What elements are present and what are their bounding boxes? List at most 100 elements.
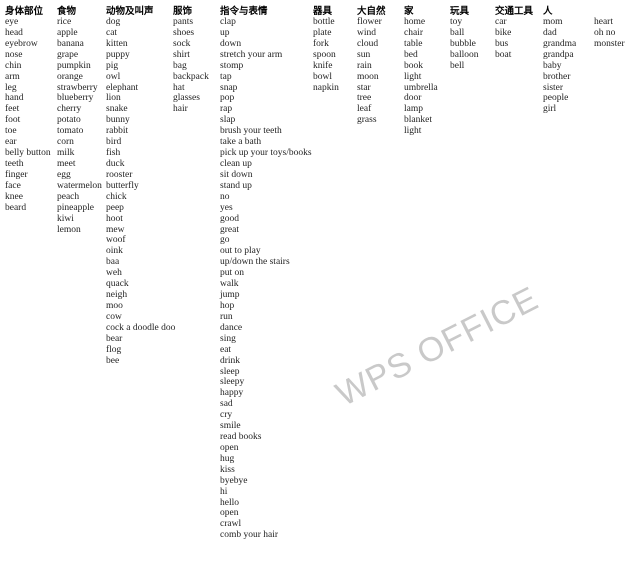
- word-item: duck: [106, 158, 125, 169]
- word-item: bubble: [450, 38, 476, 49]
- word-item: glasses: [173, 93, 200, 104]
- word-item: finger: [5, 169, 28, 180]
- word-item: stomp: [220, 60, 244, 71]
- word-item: snake: [106, 104, 128, 115]
- word-item: oink: [106, 246, 123, 257]
- word-item: read books: [220, 432, 262, 443]
- word-item: bird: [106, 137, 122, 148]
- column-heading-vehicles: 交通工具: [495, 6, 534, 17]
- vocabulary-column-vehicles: 交通工具 car bike bus boat: [495, 6, 533, 61]
- word-item: bike: [495, 27, 512, 38]
- word-item: up/down the stairs: [220, 257, 290, 268]
- word-item: sun: [357, 49, 371, 60]
- word-list-commands-and-expressions: clap up down stretch your arm stomp tap snap po…: [220, 17, 312, 541]
- word-item: sad: [220, 399, 233, 410]
- word-item: butterfly: [106, 180, 139, 191]
- vocabulary-column-commands-and-expressions: 指令与表情 clap up down stretch your arm stomp tap s…: [220, 6, 312, 541]
- word-item: toe: [5, 126, 17, 137]
- column-heading-food: 食物: [57, 6, 77, 17]
- word-item: moon: [357, 71, 379, 82]
- word-item: baby: [543, 60, 562, 71]
- word-item: lion: [106, 93, 121, 104]
- word-item: crawl: [220, 519, 242, 530]
- document-page: WPS OFFICE 身体部位 eye head eyebrow nose chin arm…: [0, 0, 640, 579]
- word-item: flog: [106, 344, 122, 355]
- word-item: oh no: [594, 27, 616, 38]
- word-item: grandma: [543, 38, 577, 49]
- word-item: stretch your arm: [220, 49, 283, 60]
- word-list-vehicles: car bike bus boat: [495, 17, 533, 61]
- word-item: bowl: [313, 71, 332, 82]
- word-item: baa: [106, 257, 120, 268]
- word-item: happy: [220, 388, 244, 399]
- word-item: clap: [220, 17, 236, 27]
- word-item: pineapple: [57, 202, 94, 213]
- vocabulary-column-animals-and-sounds: 动物及叫声 dog cat kitten puppy pig owl elephant lion…: [106, 6, 175, 367]
- word-item: corn: [57, 137, 74, 148]
- word-list-utensils: bottle plate fork spoon knife bowl napkin: [313, 17, 339, 93]
- word-item: hi: [220, 486, 228, 497]
- word-item: hand: [5, 93, 24, 104]
- word-item: ball: [450, 27, 465, 38]
- word-item: wind: [357, 27, 376, 38]
- word-item: puppy: [106, 49, 130, 60]
- word-item: fish: [106, 148, 121, 159]
- word-item: toy: [450, 17, 463, 27]
- word-item: snap: [220, 82, 238, 93]
- word-item: grape: [57, 49, 79, 60]
- word-item: woof: [106, 235, 126, 246]
- word-item: leg: [5, 82, 17, 93]
- word-item: sock: [173, 38, 191, 49]
- word-item: down: [220, 38, 242, 49]
- word-item: cry: [220, 410, 233, 421]
- word-item: spoon: [313, 49, 336, 60]
- column-heading-home: 家: [404, 6, 414, 17]
- word-item: blueberry: [57, 93, 94, 104]
- word-item: egg: [57, 169, 71, 180]
- word-item: open: [220, 508, 239, 519]
- word-item: comb your hair: [220, 530, 279, 541]
- word-item: meet: [57, 158, 76, 169]
- word-item: ear: [5, 137, 17, 148]
- word-item: up: [220, 27, 230, 38]
- word-item: foot: [5, 115, 21, 126]
- word-item: great: [220, 224, 239, 235]
- word-item: cloud: [357, 38, 379, 49]
- word-item: face: [5, 180, 21, 191]
- word-item: tomato: [57, 126, 84, 137]
- word-item: potato: [57, 115, 81, 126]
- word-item: eat: [220, 344, 232, 355]
- word-item: peach: [57, 191, 80, 202]
- column-heading-toys: 玩具: [450, 6, 470, 17]
- word-item: light: [404, 126, 422, 137]
- word-item: walk: [220, 279, 239, 290]
- word-item: kiwi: [57, 213, 74, 224]
- vocabulary-column-clothing: 服饰 pants shoes sock shirt bag backpack hat glass…: [173, 6, 209, 115]
- word-item: sing: [220, 333, 236, 344]
- word-item: flower: [357, 17, 382, 27]
- word-item: bunny: [106, 115, 130, 126]
- word-item: apple: [57, 27, 78, 38]
- vocabulary-column-utensils: 器具 bottle plate fork spoon knife bowl napkin: [313, 6, 339, 93]
- word-item: tree: [357, 93, 372, 104]
- word-item: cow: [106, 311, 122, 322]
- vocabulary-column-people: 人 mom dad grandma grandpa baby brother sister pe…: [543, 6, 576, 115]
- word-item: bus: [495, 38, 509, 49]
- word-item: light: [404, 71, 422, 82]
- word-item: umbrella: [404, 82, 438, 93]
- word-item: cat: [106, 27, 118, 38]
- column-heading-body-parts: 身体部位: [5, 6, 44, 17]
- column-heading-clothing: 服饰: [173, 6, 193, 17]
- word-item: table: [404, 38, 423, 49]
- word-item: quack: [106, 279, 129, 290]
- word-list-toys: toy ball bubble balloon bell: [450, 17, 479, 72]
- word-item: dance: [220, 322, 243, 333]
- word-item: smile: [220, 421, 241, 432]
- word-item: grass: [357, 115, 377, 126]
- word-item: monster: [594, 38, 625, 49]
- word-item: leaf: [357, 104, 372, 115]
- column-heading-misc: [594, 6, 625, 17]
- word-item: shirt: [173, 49, 190, 60]
- column-heading-nature: 大自然: [357, 6, 386, 17]
- word-item: eye: [5, 17, 19, 27]
